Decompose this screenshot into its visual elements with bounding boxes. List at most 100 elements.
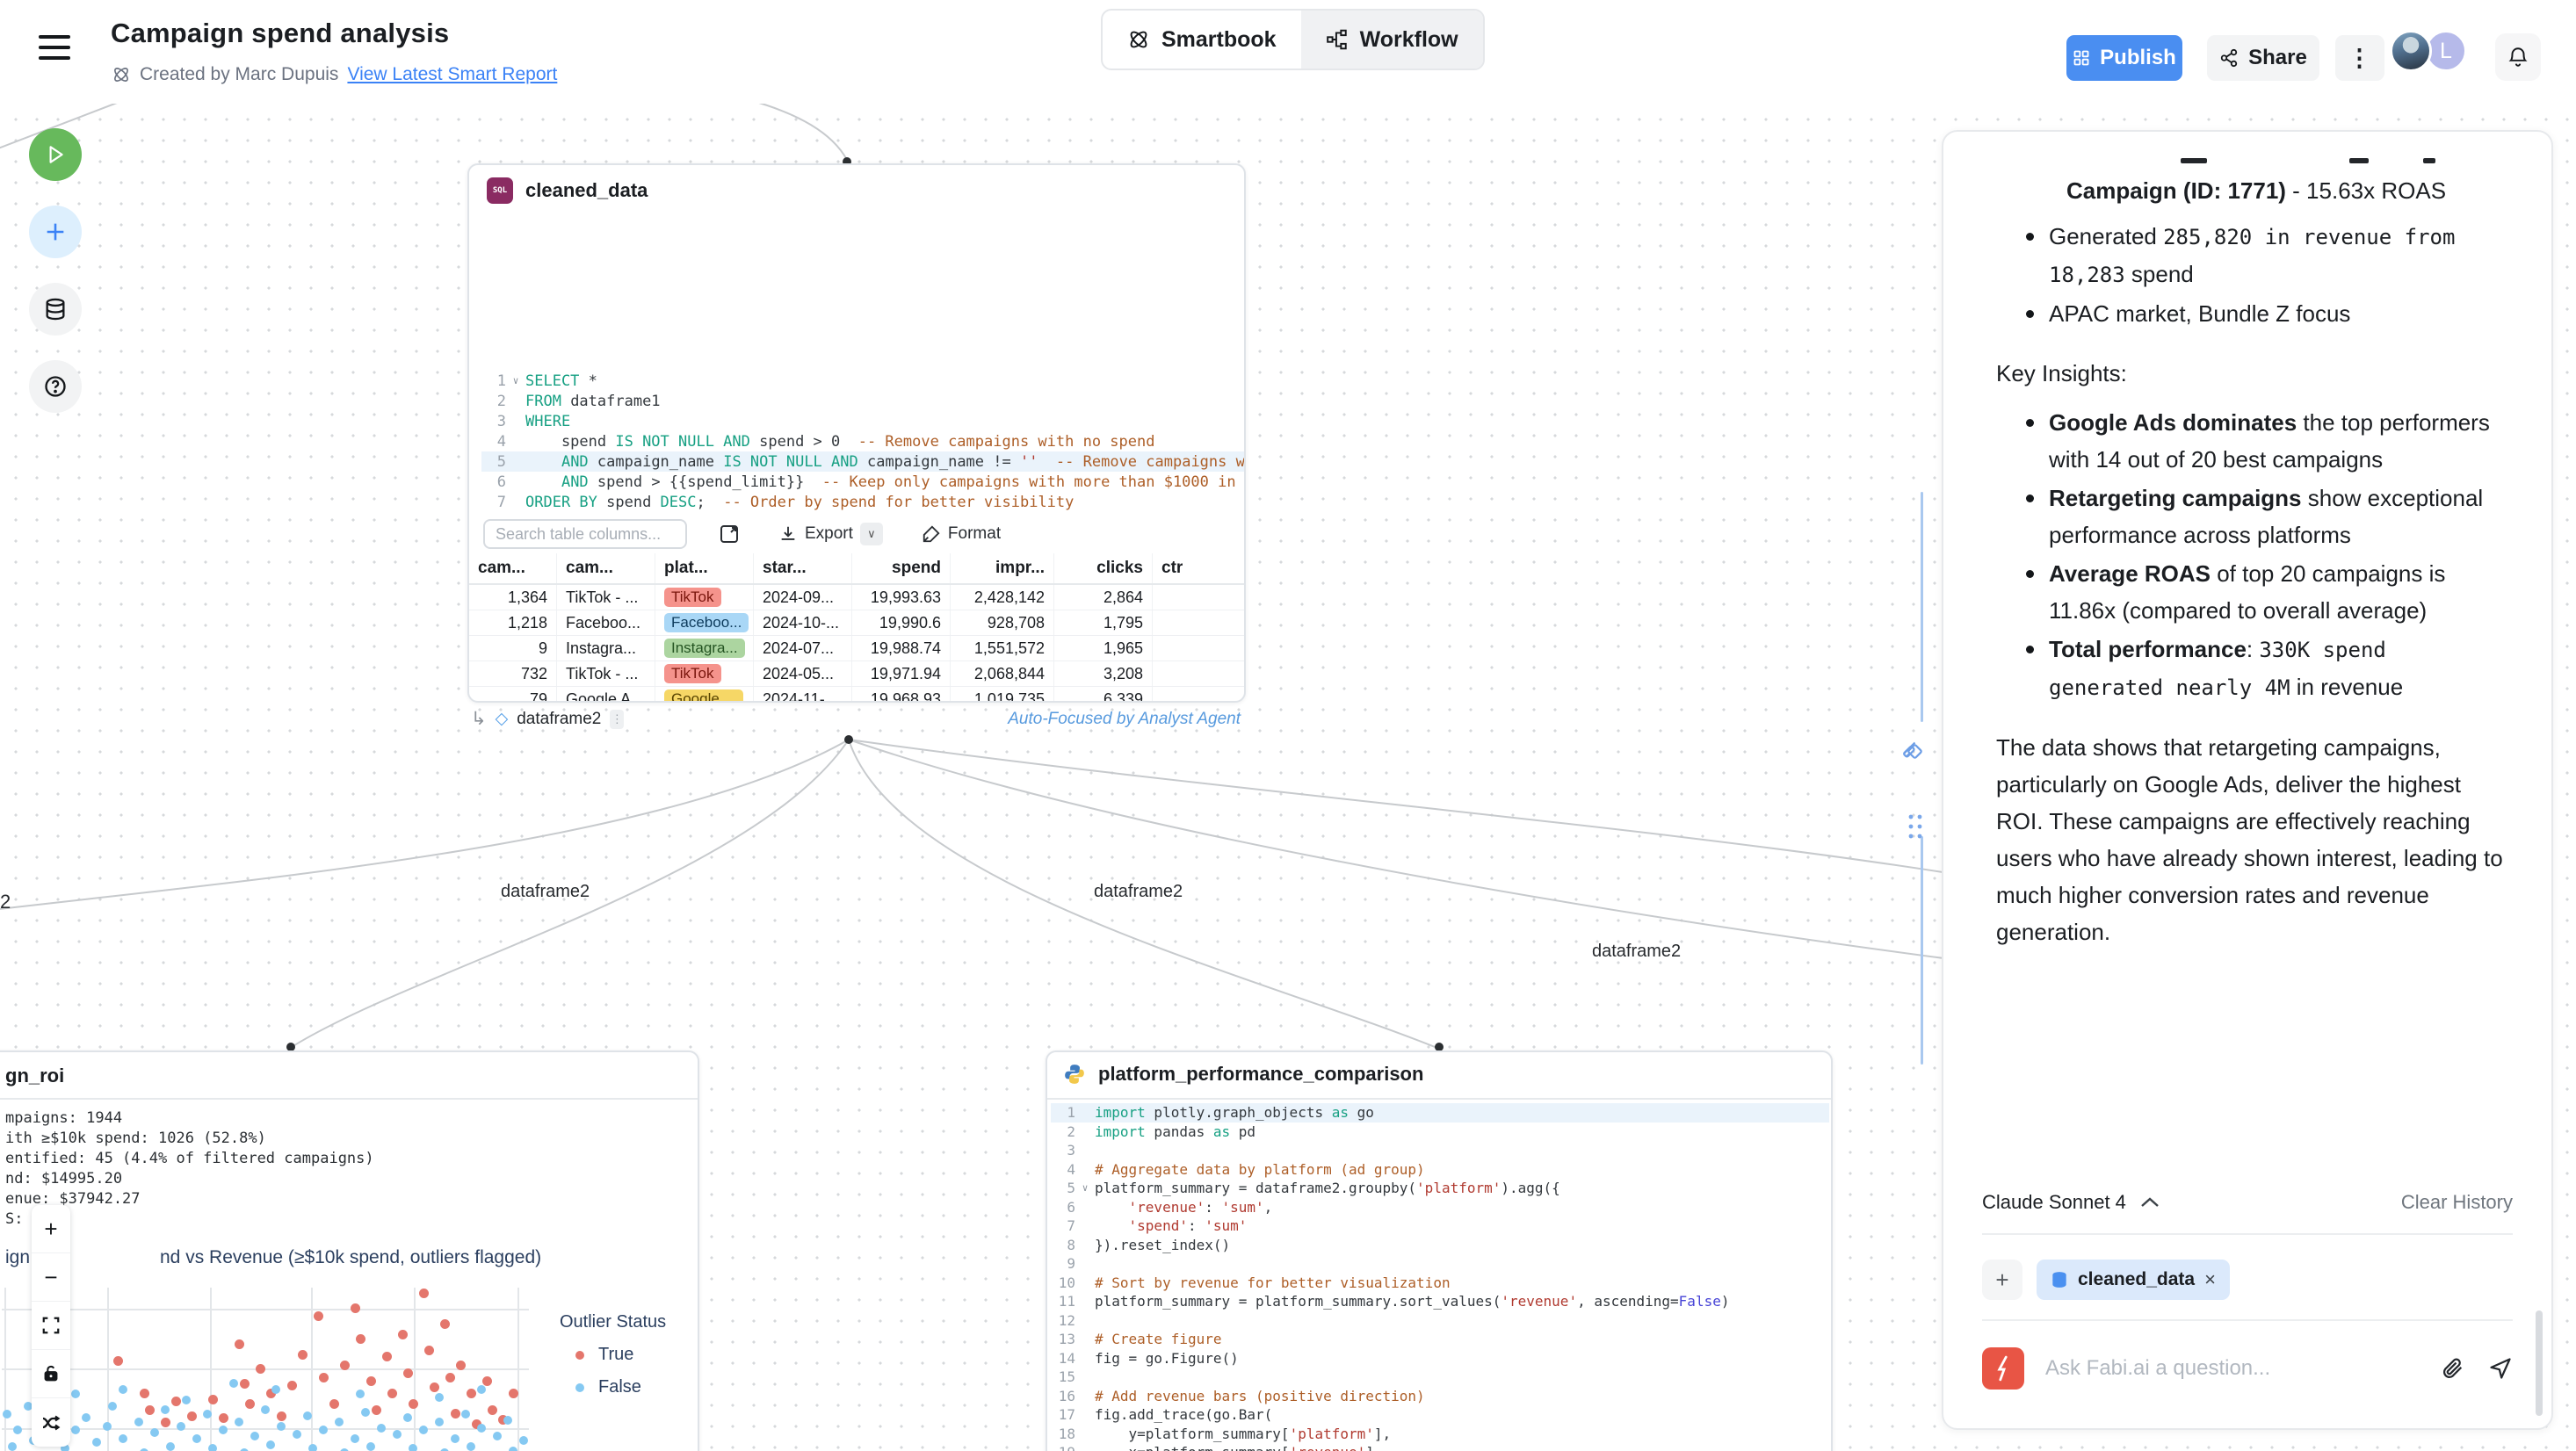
code-line[interactable]: 7 'spend': 'sum' <box>1051 1216 1829 1236</box>
list-item: Average ROAS of top 20 campaigns is 11.8… <box>1996 555 2513 629</box>
add-context-button[interactable]: + <box>1982 1260 2022 1300</box>
table-cell: 19,968.93 <box>852 687 951 703</box>
column-header[interactable]: cam... <box>469 553 557 583</box>
tab-smartbook[interactable]: Smartbook <box>1103 11 1301 69</box>
more-options-button[interactable]: ⋮ <box>2335 35 2384 81</box>
scatter-point-true <box>398 1330 408 1339</box>
add-cell-button[interactable] <box>29 206 82 258</box>
key-insights-label: Key Insights: <box>1996 355 2513 392</box>
help-button[interactable] <box>29 360 82 413</box>
export-button[interactable]: Export ∨ <box>778 523 883 545</box>
table-cell: TikTok - ... <box>557 585 655 610</box>
code-line[interactable]: 15 <box>1051 1368 1829 1387</box>
zoom-out-button[interactable]: − <box>32 1253 70 1302</box>
user-avatar[interactable] <box>2390 30 2432 72</box>
format-button[interactable]: Format <box>922 524 1001 544</box>
bell-icon <box>2507 46 2529 69</box>
table-row[interactable]: 9Instagra...Instagra...2024-07...19,988.… <box>469 636 1246 661</box>
search-input[interactable]: Search table columns... <box>483 519 687 549</box>
node-cleaned-data[interactable]: SQL cleaned_data 1∨SELECT *2FROM datafra… <box>467 163 1246 703</box>
code-line[interactable]: 7ORDER BY spend DESC; -- Order by spend … <box>481 492 1246 512</box>
sql-editor[interactable]: 1∨SELECT *2FROM dataframe13WHERE4 spend … <box>481 371 1237 512</box>
legend-item-true[interactable]: True <box>575 1345 666 1365</box>
python-editor[interactable]: 1import plotly.graph_objects as go2impor… <box>1051 1103 1829 1451</box>
code-line[interactable]: 19 x=platform_summary['revenue'], <box>1051 1443 1829 1451</box>
clear-history-button[interactable]: Clear History <box>2401 1191 2513 1214</box>
code-line[interactable]: 3 <box>1051 1141 1829 1160</box>
shuffle-button[interactable] <box>32 1398 70 1447</box>
code-line[interactable]: 1import plotly.graph_objects as go <box>1051 1103 1829 1123</box>
table-cell: 19,993.63 <box>852 585 951 610</box>
code-line[interactable]: 13# Create figure <box>1051 1330 1829 1349</box>
code-line[interactable]: 3WHERE <box>481 411 1246 431</box>
smart-report-link[interactable]: View Latest Smart Report <box>347 64 557 85</box>
table-row[interactable]: 732TikTok - ...TikTok2024-05...19,971.94… <box>469 661 1246 687</box>
chevron-up-icon[interactable] <box>2140 1196 2160 1209</box>
code-line[interactable]: 11platform_summary = platform_summary.so… <box>1051 1292 1829 1311</box>
export-dropdown[interactable]: ∨ <box>860 523 883 545</box>
column-header[interactable]: cam... <box>557 553 655 583</box>
notifications-button[interactable] <box>2495 33 2541 81</box>
column-header[interactable]: ctr <box>1153 553 1209 583</box>
code-line[interactable]: 6 AND spend > {{spend_limit}} -- Keep on… <box>481 472 1246 492</box>
node-campaign-roi[interactable]: gn_roi mpaigns: 1944ith ≥$10k spend: 102… <box>0 1050 699 1451</box>
close-icon[interactable]: × <box>2204 1268 2216 1291</box>
sidebar-scrollbar[interactable] <box>2536 1310 2543 1416</box>
table-row[interactable]: 79Google A...Google ...2024-11-...19,968… <box>469 687 1246 703</box>
code-line[interactable]: 5∨platform_summary = dataframe2.groupby(… <box>1051 1179 1829 1198</box>
dataframe-output-chip[interactable]: ↳ ◇ dataframe2 ⋮ <box>471 708 624 730</box>
column-header[interactable]: plat... <box>655 553 754 583</box>
code-line[interactable]: 2import pandas as pd <box>1051 1123 1829 1142</box>
data-sources-button[interactable] <box>29 283 82 336</box>
tab-workflow[interactable]: Workflow <box>1301 11 1483 69</box>
code-line[interactable]: 5 AND campaign_name IS NOT NULL AND camp… <box>481 451 1246 472</box>
model-selector[interactable]: Claude Sonnet 4 <box>1982 1191 2126 1214</box>
node-platform-performance[interactable]: platform_performance_comparison 1import … <box>1046 1050 1833 1451</box>
lock-axes-button[interactable] <box>32 1350 70 1398</box>
code-line[interactable]: 8}).reset_index() <box>1051 1236 1829 1255</box>
code-line[interactable]: 4# Aggregate data by platform (ad group) <box>1051 1160 1829 1180</box>
drag-handle-dots[interactable] <box>1905 812 1926 841</box>
attach-file-icon[interactable] <box>2441 1356 2465 1381</box>
column-header[interactable]: star... <box>754 553 852 583</box>
column-header[interactable]: impr... <box>951 553 1054 583</box>
zoom-in-button[interactable]: + <box>32 1205 70 1253</box>
code-line[interactable]: 4 spend IS NOT NULL AND spend > 0 -- Rem… <box>481 431 1246 451</box>
scatter-point-true <box>387 1389 397 1398</box>
unlink-cell-icon[interactable] <box>1899 736 1926 762</box>
legend-item-false[interactable]: False <box>575 1377 666 1397</box>
table-row[interactable]: 1,218Faceboo...Faceboo...2024-10-...19,9… <box>469 610 1246 636</box>
ai-analyst-sidebar: Campaign (ID: 1771) - 15.63x ROAS Genera… <box>1942 130 2553 1430</box>
code-line[interactable]: 12 <box>1051 1311 1829 1331</box>
edge-label-fragment: 2 <box>0 891 11 913</box>
publish-button[interactable]: Publish <box>2066 35 2182 81</box>
share-button[interactable]: Share <box>2207 35 2319 81</box>
scatter-point-true <box>509 1389 518 1398</box>
column-header[interactable]: spend <box>852 553 951 583</box>
code-line[interactable]: 16# Add revenue bars (positive direction… <box>1051 1387 1829 1406</box>
column-header[interactable]: clicks <box>1054 553 1153 583</box>
code-line[interactable]: 18 y=platform_summary['platform'], <box>1051 1425 1829 1444</box>
table-row[interactable]: 1,364TikTok - ...TikTok2024-09...19,993.… <box>469 585 1246 610</box>
scatter-point-true <box>372 1405 381 1415</box>
python-icon <box>1063 1063 1086 1086</box>
context-chip-cleaned-data[interactable]: cleaned_data × <box>2037 1260 2230 1300</box>
send-icon[interactable] <box>2488 1356 2513 1381</box>
fullscreen-button[interactable] <box>32 1302 70 1350</box>
hamburger-menu-icon[interactable] <box>39 35 70 61</box>
scatter-point-false <box>3 1410 11 1419</box>
chat-input[interactable]: Ask Fabi.ai a question... <box>2045 1356 2420 1381</box>
scatter-plot[interactable] <box>2 1288 529 1451</box>
expand-table-button[interactable] <box>719 523 740 545</box>
run-all-button[interactable] <box>29 128 82 181</box>
code-line[interactable]: 17fig.add_trace(go.Bar( <box>1051 1405 1829 1425</box>
code-line[interactable]: 2FROM dataframe1 <box>481 391 1246 411</box>
code-line[interactable]: 1∨SELECT * <box>481 371 1246 391</box>
code-line[interactable]: 14fig = go.Figure() <box>1051 1349 1829 1368</box>
sql-cell-icon: SQL <box>487 177 513 204</box>
code-line[interactable]: 10# Sort by revenue for better visualiza… <box>1051 1274 1829 1293</box>
code-line[interactable]: 9 <box>1051 1254 1829 1274</box>
campaign-bullet-list: Generated 285,820 in revenue from 18,283… <box>1996 218 2513 332</box>
chip-drag-handle[interactable]: ⋮ <box>610 710 624 729</box>
code-line[interactable]: 6 'revenue': 'sum', <box>1051 1198 1829 1217</box>
